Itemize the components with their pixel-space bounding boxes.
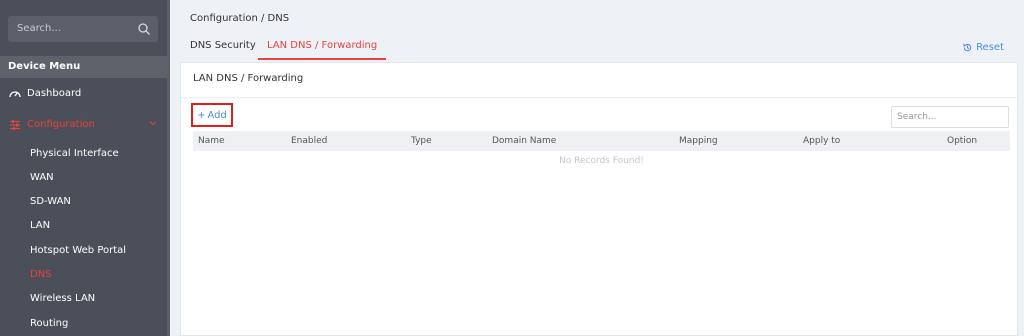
lan-dns-panel: LAN DNS / Forwarding + Add Name Enabled … bbox=[180, 62, 1018, 336]
tab-dns-security[interactable]: DNS Security bbox=[190, 40, 256, 60]
add-label: Add bbox=[207, 109, 227, 121]
sidebar-subitem-dns[interactable]: DNS bbox=[0, 264, 167, 286]
sidebar-item-label: Dashboard bbox=[27, 88, 82, 99]
column-header-enabled: Enabled bbox=[291, 136, 328, 146]
column-header-type: Type bbox=[411, 136, 432, 146]
sidebar-subitem-routing[interactable]: Routing bbox=[0, 313, 167, 335]
sidebar-subitem-physical-interface[interactable]: Physical Interface bbox=[0, 143, 167, 165]
column-header-option: Option bbox=[947, 136, 978, 146]
table-search-input[interactable] bbox=[892, 107, 1008, 127]
add-button[interactable]: + Add bbox=[191, 103, 233, 127]
sidebar-subitem-label: Wireless LAN bbox=[30, 293, 96, 304]
sidebar-item-label: Configuration bbox=[27, 119, 95, 130]
device-menu-header: Device Menu bbox=[0, 56, 167, 78]
sidebar: Search... Device Menu Dashboard Configur… bbox=[0, 0, 170, 336]
panel-title: LAN DNS / Forwarding bbox=[193, 73, 304, 84]
sidebar-subitem-label: SD-WAN bbox=[30, 196, 71, 207]
sidebar-subitem-sd-wan[interactable]: SD-WAN bbox=[0, 191, 167, 213]
reset-label: Reset bbox=[976, 42, 1004, 53]
dashboard-gauge-icon bbox=[9, 91, 21, 98]
plus-icon: + bbox=[197, 109, 206, 121]
reset-history-icon bbox=[963, 43, 972, 52]
sidebar-subitem-label: WAN bbox=[30, 172, 54, 183]
sidebar-search-input[interactable]: Search... bbox=[8, 16, 158, 42]
sidebar-search-placeholder: Search... bbox=[17, 23, 61, 34]
sidebar-scrollbar[interactable] bbox=[167, 0, 170, 336]
search-icon[interactable] bbox=[137, 22, 151, 36]
column-header-name: Name bbox=[198, 136, 225, 146]
table-header: Name Enabled Type Domain Name Mapping Ap… bbox=[193, 131, 1010, 151]
column-header-apply-to: Apply to bbox=[803, 136, 841, 146]
column-header-mapping: Mapping bbox=[679, 136, 718, 146]
tab-lan-dns-forwarding[interactable]: LAN DNS / Forwarding bbox=[258, 40, 387, 60]
column-header-domain-name: Domain Name bbox=[492, 136, 557, 146]
sidebar-subitem-lan[interactable]: LAN bbox=[0, 215, 167, 237]
reset-button[interactable]: Reset bbox=[962, 42, 1004, 53]
sidebar-subitem-label: Routing bbox=[30, 318, 69, 329]
sidebar-subitem-wan[interactable]: WAN bbox=[0, 167, 167, 189]
panel-divider bbox=[181, 97, 1017, 98]
sidebar-subitem-hotspot-web-portal[interactable]: Hotspot Web Portal bbox=[0, 240, 167, 262]
breadcrumb: Configuration / DNS bbox=[190, 13, 290, 24]
sidebar-subitem-label: Physical Interface bbox=[30, 148, 119, 159]
empty-table-message: No Records Found! bbox=[559, 156, 644, 166]
sidebar-subitem-label: LAN bbox=[30, 220, 51, 231]
sidebar-subitem-label: DNS bbox=[30, 269, 52, 280]
device-menu-label: Device Menu bbox=[8, 61, 81, 72]
sidebar-item-dashboard[interactable]: Dashboard bbox=[0, 83, 167, 105]
sidebar-subitem-wireless-lan[interactable]: Wireless LAN bbox=[0, 288, 167, 310]
chevron-down-icon bbox=[149, 121, 157, 126]
sliders-icon bbox=[10, 120, 20, 130]
sidebar-item-configuration[interactable]: Configuration bbox=[0, 114, 167, 136]
sidebar-subitem-label: Hotspot Web Portal bbox=[30, 245, 127, 256]
table-search-field[interactable] bbox=[891, 106, 1009, 128]
